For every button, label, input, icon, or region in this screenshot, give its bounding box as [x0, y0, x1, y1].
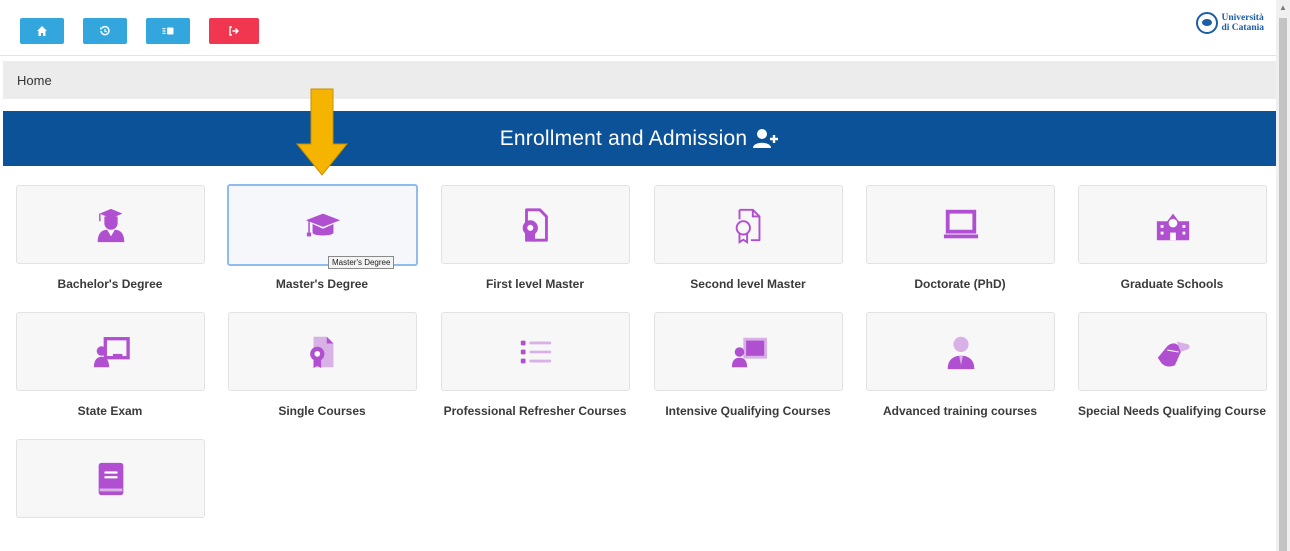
card-single-courses[interactable]	[228, 312, 417, 391]
card-advanced-training-courses[interactable]	[866, 312, 1055, 391]
logo-line-1: Università	[1221, 13, 1264, 23]
logout-button[interactable]	[209, 18, 259, 44]
card-state-exam[interactable]	[16, 312, 205, 391]
school-building-icon	[1156, 213, 1189, 240]
top-toolbar: Università di Catania	[0, 0, 1276, 56]
card-label: Single Courses	[278, 404, 366, 418]
graduate-student-icon	[97, 208, 124, 242]
home-button[interactable]	[20, 18, 64, 44]
teacher-board-icon	[93, 336, 130, 367]
tooltip: Master's Degree	[328, 256, 395, 269]
card-professional-refresher-courses[interactable]	[441, 312, 630, 391]
id-card-icon	[162, 27, 174, 35]
card-label: Advanced training courses	[882, 404, 1038, 418]
logout-icon	[229, 26, 239, 36]
card-label: Bachelor's Degree	[57, 277, 163, 291]
card-first-level-master[interactable]	[441, 185, 630, 264]
card-second-level-master[interactable]	[654, 185, 843, 264]
certificate-document-icon	[309, 336, 333, 368]
card-intensive-qualifying-courses[interactable]	[654, 312, 843, 391]
history-icon	[100, 25, 110, 36]
card-label: Master's Degree	[275, 277, 369, 291]
annotation-arrow	[296, 88, 348, 176]
vertical-scrollbar[interactable]: ▲	[1276, 0, 1290, 551]
certificate-outline-icon	[735, 208, 760, 244]
book-icon	[98, 462, 123, 495]
list-icon	[520, 340, 551, 363]
helping-hand-icon	[1157, 341, 1190, 367]
card-label: Graduate Schools	[1120, 277, 1224, 291]
university-logo[interactable]: Università di Catania	[1195, 12, 1265, 34]
history-button[interactable]	[83, 18, 127, 44]
card-label: Intensive Qualifying Courses	[665, 404, 831, 418]
graduation-cap-icon	[305, 213, 340, 237]
section-banner: Enrollment and Admission	[3, 111, 1276, 166]
id-card-button[interactable]	[146, 18, 190, 44]
scrollbar-thumb[interactable]	[1279, 18, 1287, 551]
scroll-up-arrow-icon[interactable]: ▲	[1279, 4, 1287, 12]
card-masters-degree[interactable]	[227, 184, 418, 266]
breadcrumb: Home	[3, 61, 1276, 99]
page: Università di Catania Home Enrollment an…	[0, 0, 1290, 551]
university-seal-icon	[1195, 12, 1218, 34]
user-plus-icon	[753, 128, 779, 148]
business-person-icon	[947, 336, 974, 369]
presenter-icon	[731, 337, 767, 367]
certificate-icon	[522, 207, 548, 242]
card-doctorate-phd[interactable]	[866, 185, 1055, 264]
breadcrumb-home[interactable]: Home	[17, 73, 52, 88]
card-graduate-schools[interactable]	[1078, 185, 1267, 264]
laptop-icon	[943, 209, 978, 238]
card-label: State Exam	[77, 404, 143, 418]
card-book[interactable]	[16, 439, 205, 518]
home-icon	[37, 26, 47, 36]
card-bachelors-degree[interactable]	[16, 185, 205, 264]
card-special-needs-qualifying-course[interactable]	[1078, 312, 1267, 391]
logo-line-2: di Catania	[1221, 23, 1265, 33]
card-label: Doctorate (PhD)	[914, 277, 1006, 291]
card-label: Professional Refresher Courses	[443, 404, 627, 418]
card-label: Special Needs Qualifying Course	[1077, 404, 1267, 418]
card-label: First level Master	[485, 277, 585, 291]
card-label: Second level Master	[690, 277, 806, 291]
page-title: Enrollment and Admission	[499, 126, 748, 150]
